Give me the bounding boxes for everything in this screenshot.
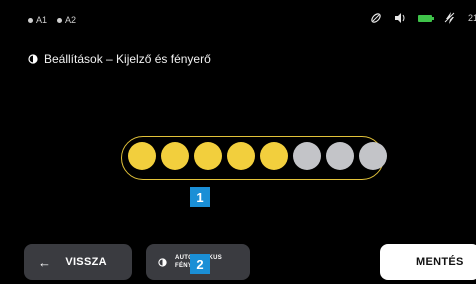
- status-left: A1 A2: [28, 15, 76, 25]
- clock: 21:: [468, 13, 476, 23]
- status-chip-a2-label: A2: [65, 15, 77, 25]
- status-chip-a2: A2: [57, 15, 76, 25]
- brightness-segment[interactable]: [359, 142, 387, 170]
- brightness-segment[interactable]: [227, 142, 255, 170]
- marker-2: 2: [190, 254, 210, 274]
- back-button[interactable]: ← VISSZA: [24, 244, 132, 280]
- status-chip-a1: A1: [28, 15, 47, 25]
- brightness-segments: [128, 142, 387, 170]
- speaker-icon: [395, 13, 405, 23]
- battery-icon: [418, 14, 434, 22]
- status-dot-icon: [28, 17, 33, 23]
- save-button-label: MENTÉS: [416, 256, 464, 268]
- status-right: 21:: [370, 12, 476, 24]
- status-bar: A1 A2 21:: [0, 0, 476, 28]
- breadcrumb: Beállítások – Kijelző és fényerő: [28, 52, 211, 66]
- brightness-icon: [28, 54, 38, 64]
- brightness-slider[interactable]: [121, 136, 387, 180]
- brightness-segment[interactable]: [128, 142, 156, 170]
- brightness-segment[interactable]: [194, 142, 222, 170]
- brightness-segment[interactable]: [293, 142, 321, 170]
- back-button-label: VISSZA: [65, 256, 107, 268]
- brightness-segment[interactable]: [161, 142, 189, 170]
- page-title: Beállítások – Kijelző és fényerő: [44, 52, 211, 66]
- status-dot-icon: [57, 17, 63, 23]
- brightness-icon: [158, 257, 167, 267]
- save-button[interactable]: MENTÉS ✓: [380, 244, 476, 280]
- leaf-icon: [371, 13, 381, 23]
- brightness-segment[interactable]: [260, 142, 288, 170]
- marker-1: 1: [190, 187, 210, 207]
- arrow-left-icon: ←: [38, 254, 52, 270]
- no-power-icon: [444, 12, 456, 24]
- status-chip-a1-label: A1: [36, 15, 48, 25]
- brightness-segment[interactable]: [326, 142, 354, 170]
